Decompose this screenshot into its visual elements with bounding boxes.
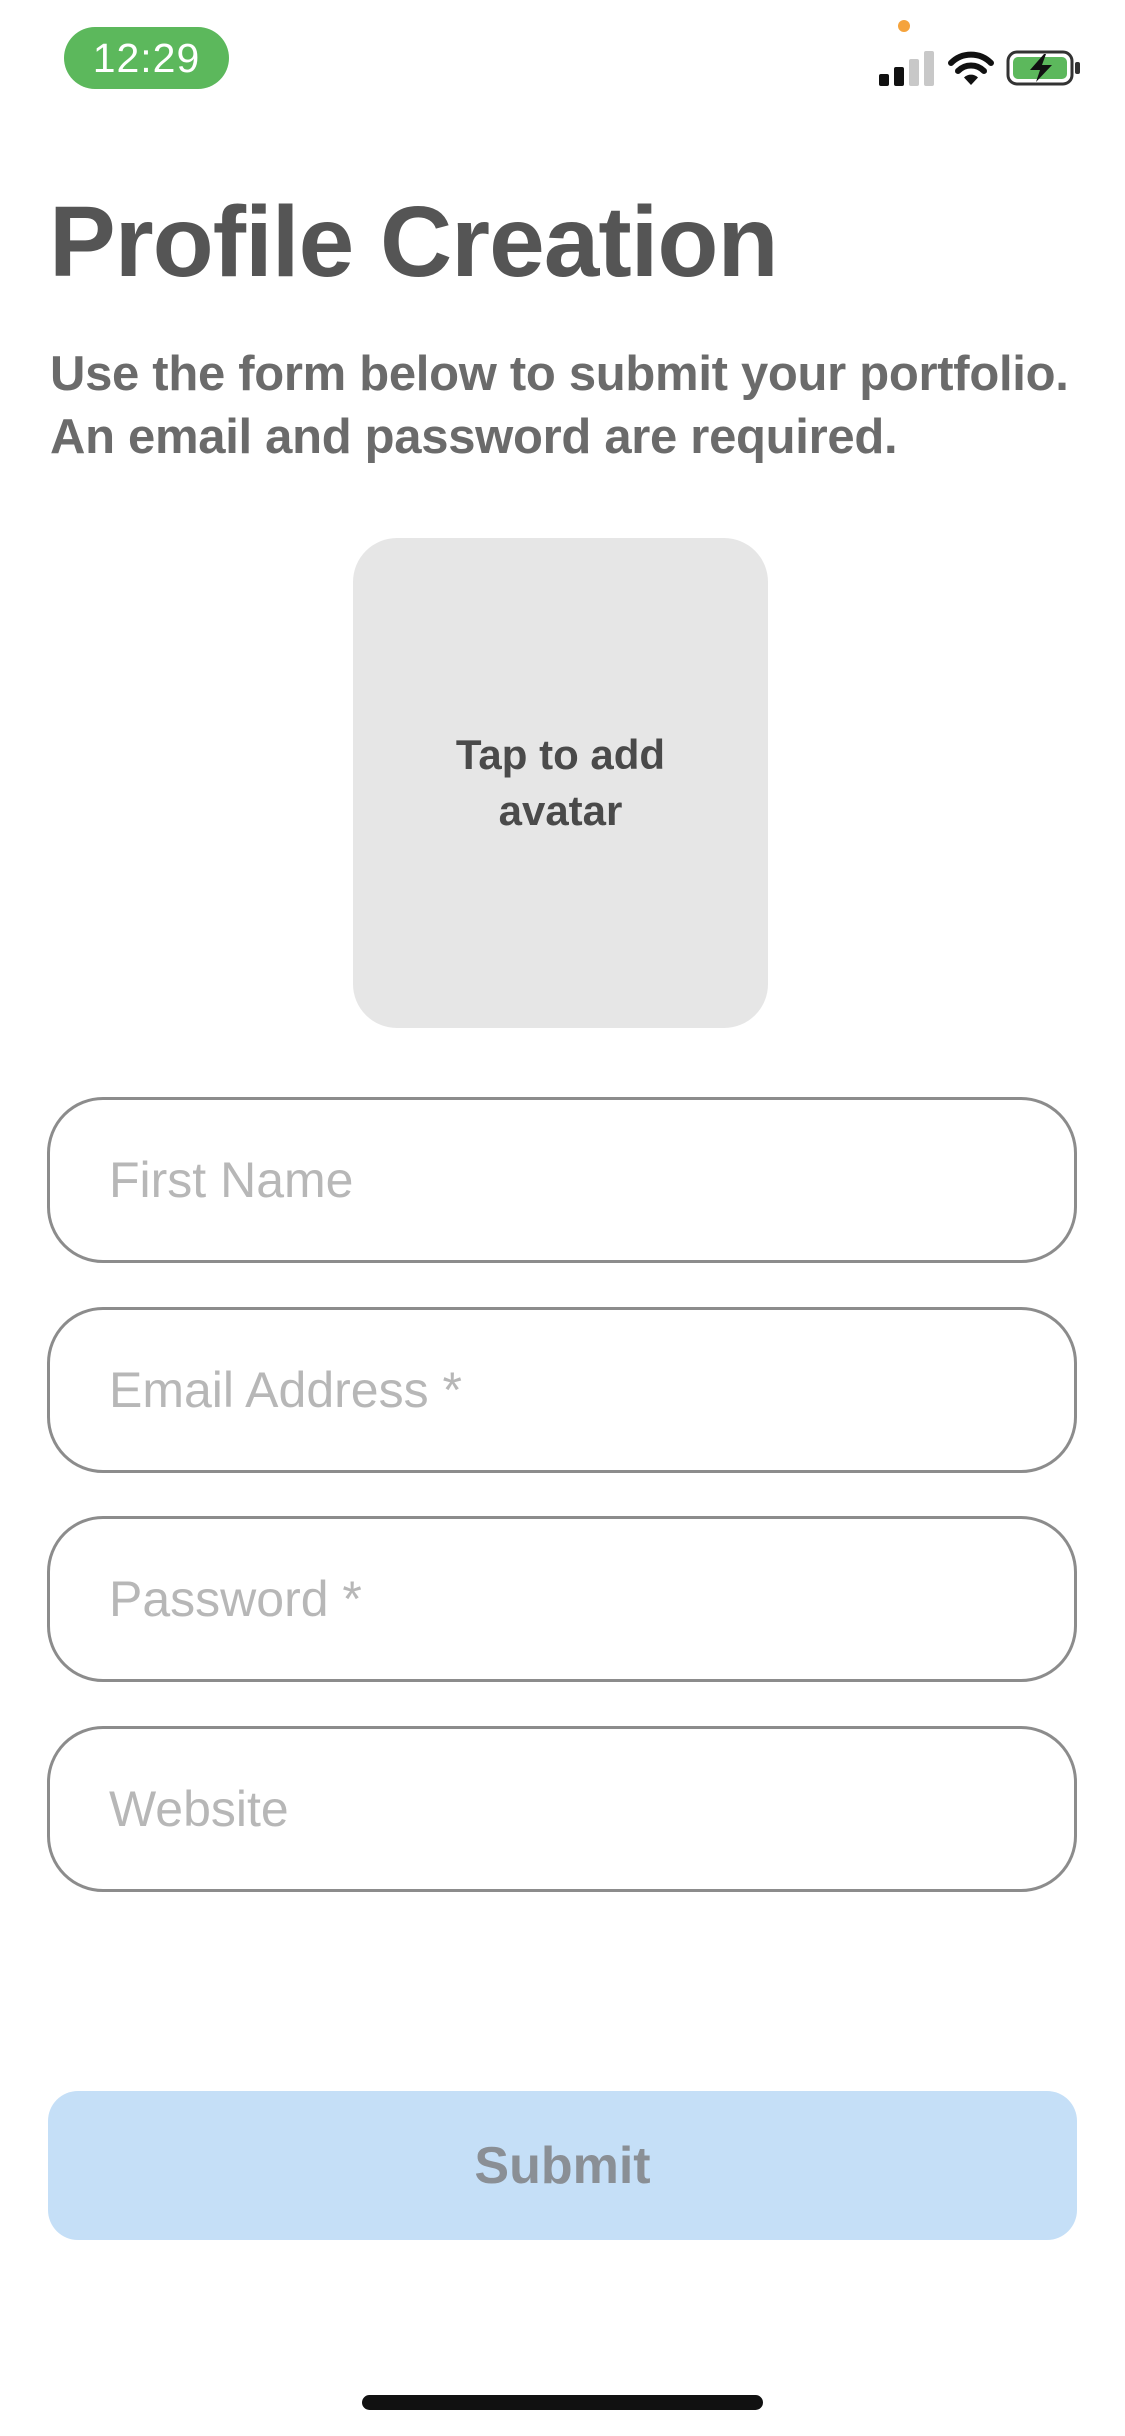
battery-charging-icon bbox=[1006, 50, 1080, 86]
email-input[interactable] bbox=[50, 1310, 1074, 1470]
email-field-container bbox=[47, 1307, 1077, 1473]
privacy-indicator-dot bbox=[898, 20, 910, 32]
website-field-container bbox=[47, 1726, 1077, 1892]
cellular-signal-icon bbox=[879, 51, 934, 86]
page-subtitle: Use the form below to submit your portfo… bbox=[50, 343, 1110, 469]
first-name-field-container bbox=[47, 1097, 1077, 1263]
page-title: Profile Creation bbox=[49, 186, 779, 298]
subtitle-line-2: An email and password are required. bbox=[50, 410, 898, 464]
subtitle-line-1: Use the form below to submit your portfo… bbox=[50, 347, 1069, 401]
website-input[interactable] bbox=[50, 1729, 1074, 1889]
avatar-picker-label: Tap to add avatar bbox=[455, 731, 666, 834]
first-name-input[interactable] bbox=[50, 1100, 1074, 1260]
wifi-icon bbox=[948, 51, 994, 85]
status-bar-time: 12:29 bbox=[64, 27, 229, 89]
submit-button[interactable]: Submit bbox=[48, 2091, 1077, 2240]
password-input[interactable] bbox=[50, 1519, 1074, 1679]
password-field-container bbox=[47, 1516, 1077, 1682]
avatar-picker[interactable]: Tap to add avatar bbox=[353, 538, 768, 1028]
home-indicator[interactable] bbox=[362, 2395, 763, 2410]
